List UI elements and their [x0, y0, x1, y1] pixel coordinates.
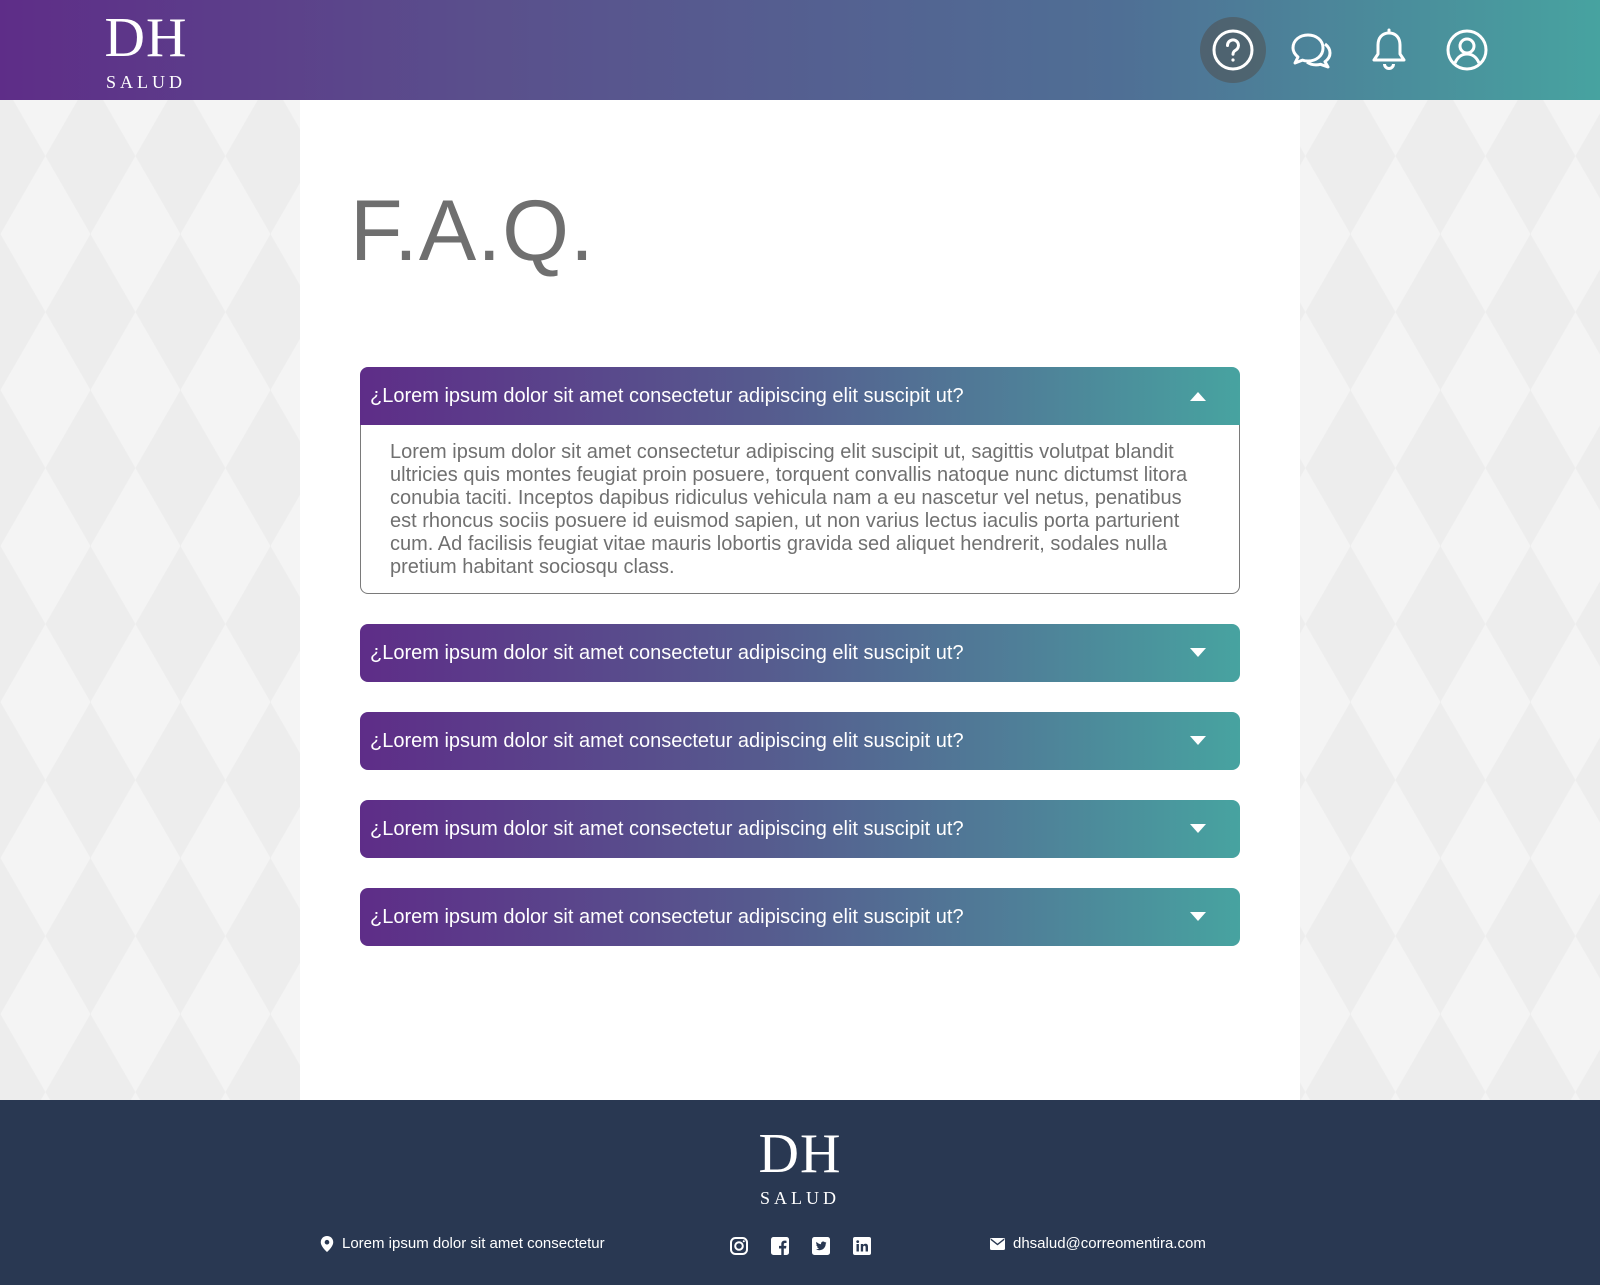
faq-question: ¿Lorem ipsum dolor sit amet consectetur … [370, 641, 964, 664]
faq-question-header[interactable]: ¿Lorem ipsum dolor sit amet consectetur … [360, 888, 1240, 946]
footer-logo[interactable]: DH SALUD [750, 1126, 850, 1209]
faq-question: ¿Lorem ipsum dolor sit amet consectetur … [370, 384, 964, 407]
caret-up-icon [1186, 384, 1210, 408]
brand-logo[interactable]: DH SALUD [96, 10, 196, 93]
footer-info-row: Lorem ipsum dolor sit amet consectetur d… [0, 1235, 1600, 1265]
faq-question-header[interactable]: ¿Lorem ipsum dolor sit amet consectetur … [360, 712, 1240, 770]
location-pin-icon [320, 1235, 334, 1252]
bell-icon [1372, 28, 1406, 70]
top-navbar: DH SALUD [0, 0, 1600, 100]
profile-button[interactable] [1434, 17, 1500, 83]
footer-email[interactable]: dhsalud@correomentira.com [990, 1235, 1206, 1252]
faq-question-header[interactable]: ¿Lorem ipsum dolor sit amet consectetur … [360, 800, 1240, 858]
faq-answer: Lorem ipsum dolor sit amet consectetur a… [360, 425, 1240, 594]
header-actions [1188, 17, 1500, 83]
logo-subtitle: SALUD [105, 72, 186, 92]
faq-item: ¿Lorem ipsum dolor sit amet consectetur … [360, 624, 1240, 682]
faq-item: ¿Lorem ipsum dolor sit amet consectetur … [360, 367, 1240, 594]
linkedin-link[interactable] [851, 1235, 873, 1257]
twitter-link[interactable] [810, 1235, 832, 1257]
help-icon [1212, 29, 1254, 71]
page-footer: DH SALUD Lorem ipsum dolor sit amet cons… [0, 1100, 1600, 1285]
instagram-icon [730, 1237, 748, 1255]
email-text: dhsalud@correomentira.com [1013, 1235, 1206, 1252]
footer-address: Lorem ipsum dolor sit amet consectetur [320, 1235, 605, 1252]
linkedin-icon [853, 1237, 871, 1255]
social-links [728, 1235, 892, 1257]
page-title: F.A.Q. [350, 183, 595, 279]
chat-button[interactable] [1278, 17, 1344, 83]
facebook-link[interactable] [769, 1235, 791, 1257]
faq-item: ¿Lorem ipsum dolor sit amet consectetur … [360, 712, 1240, 770]
faq-accordion: ¿Lorem ipsum dolor sit amet consectetur … [360, 367, 1240, 976]
faq-question-header[interactable]: ¿Lorem ipsum dolor sit amet consectetur … [360, 624, 1240, 682]
notifications-button[interactable] [1356, 17, 1422, 83]
address-text: Lorem ipsum dolor sit amet consectetur [342, 1235, 605, 1252]
caret-down-icon [1186, 905, 1210, 929]
facebook-icon [771, 1237, 789, 1255]
faq-content-card: F.A.Q. ¿Lorem ipsum dolor sit amet conse… [300, 100, 1300, 1100]
faq-question: ¿Lorem ipsum dolor sit amet consectetur … [370, 905, 964, 928]
user-icon [1446, 29, 1488, 71]
faq-question: ¿Lorem ipsum dolor sit amet consectetur … [370, 817, 964, 840]
chat-icon [1291, 33, 1332, 69]
instagram-link[interactable] [728, 1235, 750, 1257]
logo-mark: DH [758, 1123, 842, 1185]
caret-down-icon [1186, 817, 1210, 841]
faq-item: ¿Lorem ipsum dolor sit amet consectetur … [360, 888, 1240, 946]
logo-subtitle: SALUD [759, 1188, 840, 1208]
faq-question: ¿Lorem ipsum dolor sit amet consectetur … [370, 729, 964, 752]
faq-item: ¿Lorem ipsum dolor sit amet consectetur … [360, 800, 1240, 858]
caret-down-icon [1186, 641, 1210, 665]
faq-question-header[interactable]: ¿Lorem ipsum dolor sit amet consectetur … [360, 367, 1240, 425]
help-button[interactable] [1200, 17, 1266, 83]
twitter-icon [812, 1237, 830, 1255]
logo-mark: DH [104, 7, 188, 69]
envelope-icon [990, 1237, 1005, 1250]
caret-down-icon [1186, 729, 1210, 753]
